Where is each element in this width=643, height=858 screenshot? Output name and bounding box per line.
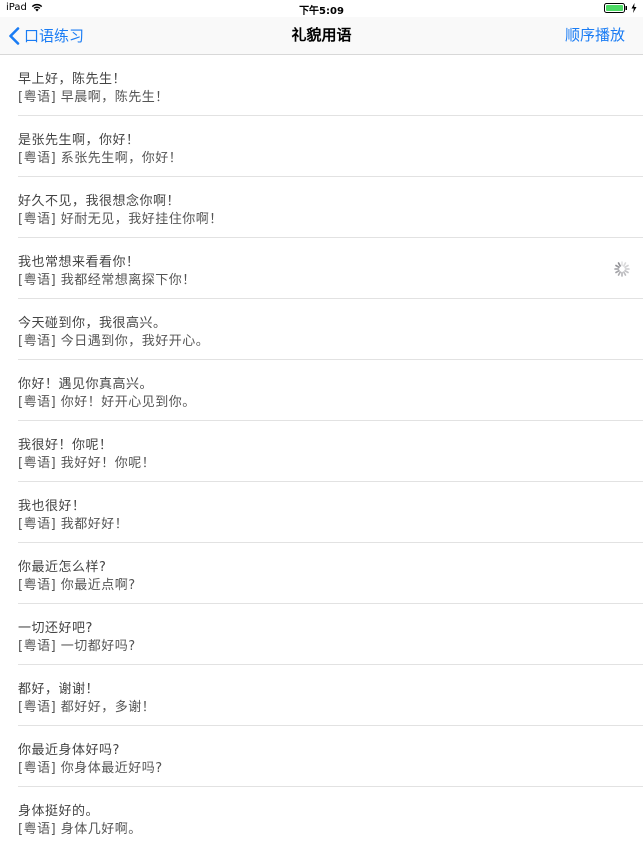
- phrase-mandarin: 我也很好！: [18, 499, 86, 514]
- phrase-cantonese: [粤语] 都好好，多谢！: [18, 700, 156, 715]
- status-time: 下午5:09: [299, 6, 344, 17]
- status-right: [604, 3, 637, 13]
- phrase-cantonese: [粤语] 我好好！你呢！: [18, 456, 156, 471]
- list-item[interactable]: 一切还好吧? [粤语] 一切都好吗?: [18, 604, 643, 665]
- phrase-mandarin: 我也常想来看看你！: [18, 255, 140, 270]
- phrase-cantonese: [粤语] 身体几好啊。: [18, 822, 142, 837]
- phrase-cantonese: [粤语] 系张先生啊，你好！: [18, 151, 183, 166]
- phrase-mandarin: 你最近身体好吗?: [18, 743, 120, 758]
- list-item[interactable]: 早上好，陈先生！ [粤语] 早晨啊，陈先生！: [18, 55, 643, 116]
- phrase-cantonese: [粤语] 我都好好！: [18, 517, 129, 532]
- phrase-mandarin: 是张先生啊，你好！: [18, 133, 140, 148]
- back-button[interactable]: 口语练习: [8, 17, 84, 54]
- list-item[interactable]: 你最近怎么样? [粤语] 你最近点啊?: [18, 543, 643, 604]
- phrase-cantonese: [粤语] 一切都好吗?: [18, 639, 136, 654]
- phrase-mandarin: 你好！遇见你真高兴。: [18, 377, 154, 392]
- list-item[interactable]: 好久不见，我很想念你啊！ [粤语] 好耐无见，我好挂住你啊！: [18, 177, 643, 238]
- phrase-cantonese: [粤语] 今日遇到你，我好开心。: [18, 334, 210, 349]
- list-item[interactable]: 今天碰到你，我很高兴。 [粤语] 今日遇到你，我好开心。: [18, 299, 643, 360]
- phrase-mandarin: 好久不见，我很想念你啊！: [18, 194, 181, 209]
- phrase-mandarin: 身体挺好的。: [18, 804, 100, 819]
- page-title: 礼貌用语: [291, 26, 352, 44]
- list-item[interactable]: 我也常想来看看你！ [粤语] 我都经常想离探下你！: [18, 238, 643, 299]
- list-item[interactable]: 身体挺好的。 [粤语] 身体几好啊。: [18, 787, 643, 848]
- phrase-cantonese: [粤语] 好耐无见，我好挂住你啊！: [18, 212, 223, 227]
- list-item[interactable]: 都好，谢谢！ [粤语] 都好好，多谢！: [18, 665, 643, 726]
- phrase-cantonese: [粤语] 我都经常想离探下你！: [18, 273, 196, 288]
- phrase-mandarin: 你最近怎么样?: [18, 560, 107, 575]
- status-bar: iPad 下午5:09: [0, 0, 643, 17]
- sequential-play-button[interactable]: 顺序播放: [565, 17, 625, 54]
- phrase-mandarin: 早上好，陈先生！: [18, 72, 127, 87]
- phrase-mandarin: 都好，谢谢！: [18, 682, 100, 697]
- phrase-cantonese: [粤语] 早晨啊，陈先生！: [18, 90, 169, 105]
- back-button-label: 口语练习: [24, 27, 85, 45]
- list-item[interactable]: 是张先生啊，你好！ [粤语] 系张先生啊，你好！: [18, 116, 643, 177]
- phrase-cantonese: [粤语] 你身体最近好吗?: [18, 761, 163, 776]
- phrase-cantonese: [粤语] 你好！好开心见到你。: [18, 395, 196, 410]
- phrase-cantonese: [粤语] 你最近点啊?: [18, 578, 136, 593]
- loading-spinner-icon: [614, 261, 630, 277]
- battery-icon: [604, 3, 627, 13]
- list-item[interactable]: 你最近身体好吗? [粤语] 你身体最近好吗?: [18, 726, 643, 787]
- phrase-mandarin: 我很好！你呢！: [18, 438, 113, 453]
- list-item[interactable]: 你好！遇见你真高兴。 [粤语] 你好！好开心见到你。: [18, 360, 643, 421]
- list-item[interactable]: 我也很好！ [粤语] 我都好好！: [18, 482, 643, 543]
- phrase-mandarin: 一切还好吧?: [18, 621, 93, 636]
- list-item[interactable]: 我很好！你呢！ [粤语] 我好好！你呢！: [18, 421, 643, 482]
- phrase-list: 早上好，陈先生！ [粤语] 早晨啊，陈先生！ 是张先生啊，你好！ [粤语] 系张先生啊…: [0, 55, 643, 848]
- navigation-bar: 口语练习 礼貌用语 顺序播放: [0, 17, 643, 55]
- phrase-mandarin: 今天碰到你，我很高兴。: [18, 316, 167, 331]
- chevron-left-icon: [9, 26, 20, 45]
- charging-bolt-icon: [631, 3, 637, 13]
